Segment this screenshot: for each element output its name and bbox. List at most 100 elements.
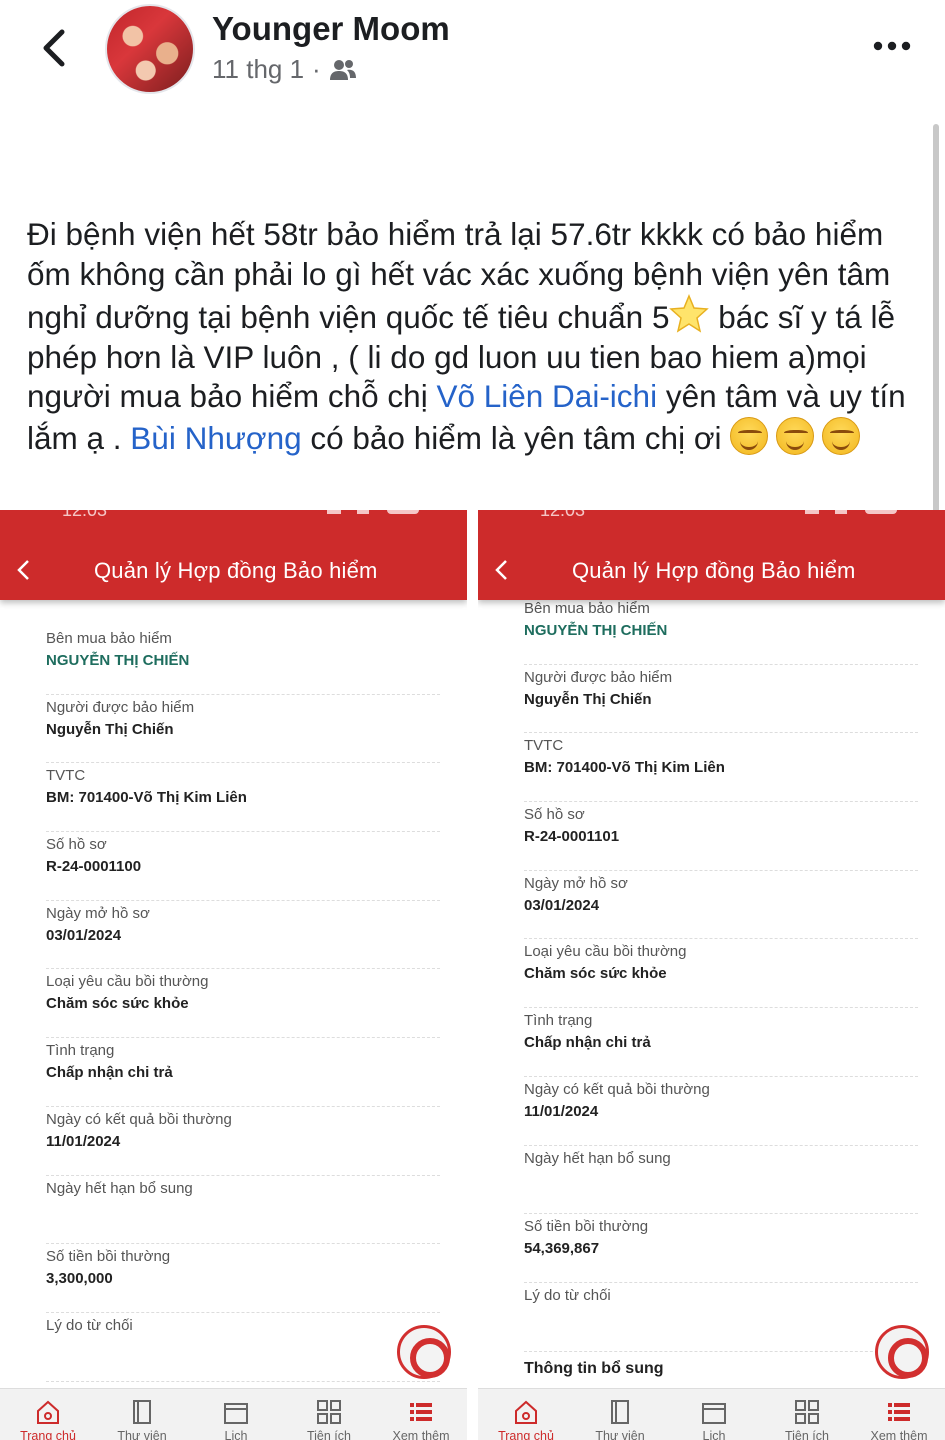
field-label: TVTC xyxy=(524,737,564,755)
field-label: Bên mua bảo hiểm xyxy=(46,630,172,647)
claim-fields: Bên mua bảo hiểm NGUYỄN THỊ CHIẾN Người đ… xyxy=(46,626,440,1382)
field-value: 3,300,000 xyxy=(46,1270,113,1288)
home-icon xyxy=(37,1400,59,1424)
field-label: Tình trạng xyxy=(524,1012,593,1030)
field-value: 11/01/2024 xyxy=(46,1132,121,1150)
field-result-date: Ngày có kết quả bồi thường 11/01/2024 xyxy=(524,1077,918,1146)
book-icon xyxy=(133,1400,151,1424)
nav-more[interactable]: Xem thêm xyxy=(854,1399,944,1440)
field-label: Số hồ sơ xyxy=(46,836,107,854)
field-file-number: Số hồ sơ R-24-0001101 xyxy=(524,802,918,871)
field-result-date: Ngày có kết quả bồi thường 11/01/2024 xyxy=(46,1107,440,1176)
nav-utilities[interactable]: Tiện ích xyxy=(284,1399,374,1440)
field-label: Tình trạng xyxy=(46,1042,115,1060)
post-header: Younger Moom 11 thg 1 · xyxy=(0,0,945,110)
nav-calendar[interactable]: Lịch xyxy=(669,1399,759,1440)
nav-calendar[interactable]: Lịch xyxy=(191,1399,281,1440)
meta-separator: · xyxy=(312,54,321,84)
nav-library[interactable]: Thư viện xyxy=(575,1399,665,1440)
additional-info-row[interactable]: Thông tin bổ sung xyxy=(524,1360,664,1378)
field-label: Lý do từ chối xyxy=(524,1286,611,1304)
field-label: Ngày mở hồ sơ xyxy=(46,904,150,922)
bottom-nav: Trang chủ Thư viện Lịch Tiện ích Xem thê… xyxy=(0,1388,467,1440)
field-label: Bên mua bảo hiểm xyxy=(524,600,650,617)
nav-label: Xem thêm xyxy=(870,1429,928,1440)
field-value: Chăm sóc sức khỏe xyxy=(46,995,189,1013)
field-label: Ngày có kết quả bồi thường xyxy=(524,1080,710,1098)
list-icon xyxy=(410,1403,432,1421)
field-value: NGUYỄN THỊ CHIẾN xyxy=(524,622,668,639)
field-open-date: Ngày mở hồ sơ 03/01/2024 xyxy=(524,871,918,940)
field-value: 03/01/2024 xyxy=(46,926,122,944)
scrollbar[interactable] xyxy=(933,124,939,549)
home-icon xyxy=(515,1400,537,1424)
app-title: Quản lý Hợp đồng Bảo hiểm xyxy=(572,558,856,583)
status-icons xyxy=(327,510,419,514)
nav-label: Lịch xyxy=(702,1429,726,1440)
nav-label: Tiện ích xyxy=(784,1429,829,1440)
field-value: R-24-0001101 xyxy=(524,828,620,846)
claim-screenshot-right[interactable]: 12:03 Quản lý Hợp đồng Bảo hiểm Bên mua … xyxy=(478,510,945,1440)
field-label: TVTC xyxy=(46,767,86,785)
field-insured: Người được bảo hiểm Nguyễn Thị Chiến xyxy=(524,665,918,734)
grid-icon xyxy=(317,1400,341,1424)
field-label: Người được bảo hiểm xyxy=(524,668,673,686)
field-rejection-reason: Lý do từ chối xyxy=(46,1313,440,1382)
field-claim-type: Loại yêu cầu bồi thường Chăm sóc sức khỏe xyxy=(524,939,918,1009)
calendar-icon xyxy=(224,1403,248,1424)
author-name[interactable]: Younger Moom xyxy=(212,10,450,48)
status-time: 12:03 xyxy=(540,510,586,520)
grid-icon xyxy=(795,1400,819,1424)
nav-utilities[interactable]: Tiện ích xyxy=(762,1399,852,1440)
field-status: Tình trạng Chấp nhận chi trả xyxy=(524,1008,918,1077)
field-label: Ngày hết hạn bổ sung xyxy=(524,1149,671,1167)
field-insured: Người được bảo hiểm Nguyễn Thị Chiến xyxy=(46,695,440,764)
star-emoji-icon xyxy=(669,294,710,333)
field-label: Loại yêu cầu bồi thường xyxy=(46,973,209,991)
bottom-nav: Trang chủ Thư viện Lịch Tiện ích Xem thê… xyxy=(478,1388,945,1440)
mention-link-vo-lien[interactable]: Võ Liên Dai-ichi xyxy=(436,378,657,414)
post-body: Đi bệnh viện hết 58tr bảo hiểm trả lại 5… xyxy=(27,215,912,458)
nav-label: Trang chủ xyxy=(20,1429,76,1440)
field-supplement-deadline: Ngày hết hạn bổ sung xyxy=(46,1176,440,1245)
nav-label: Xem thêm xyxy=(392,1429,450,1440)
claim-screenshot-left[interactable]: 12:03 Quản lý Hợp đồng Bảo hiểm Bên mua … xyxy=(0,510,467,1440)
nav-label: Thư viện xyxy=(595,1429,645,1440)
field-supplement-deadline: Ngày hết hạn bổ sung xyxy=(524,1146,918,1215)
field-value: BM: 701400-Võ Thị Kim Liên xyxy=(46,789,247,807)
app-back-icon[interactable] xyxy=(14,558,34,582)
smiling-face-emoji-icon xyxy=(822,416,861,455)
author-avatar[interactable] xyxy=(105,4,195,94)
post-timestamp[interactable]: 11 thg 1 xyxy=(212,54,304,85)
friends-audience-icon[interactable] xyxy=(329,58,357,82)
field-label: Số hồ sơ xyxy=(524,806,585,824)
field-label: Ngày mở hồ sơ xyxy=(524,874,628,892)
nav-library[interactable]: Thư viện xyxy=(97,1399,187,1440)
post-meta: 11 thg 1 · xyxy=(212,54,357,85)
app-header: 12:03 Quản lý Hợp đồng Bảo hiểm xyxy=(478,510,945,600)
field-label: Lý do từ chối xyxy=(46,1316,133,1334)
support-headset-icon[interactable] xyxy=(875,1325,929,1379)
field-label: Số tiền bồi thường xyxy=(524,1218,649,1236)
field-status: Tình trạng Chấp nhận chi trả xyxy=(46,1038,440,1107)
field-file-number: Số hồ sơ R-24-0001100 xyxy=(46,832,440,901)
nav-home[interactable]: Trang chủ xyxy=(3,1399,93,1440)
more-options-icon[interactable] xyxy=(873,36,911,56)
field-label: Người được bảo hiểm xyxy=(46,698,195,716)
field-claim-amount: Số tiền bồi thường 3,300,000 xyxy=(46,1244,440,1313)
nav-more[interactable]: Xem thêm xyxy=(376,1399,466,1440)
field-label: Ngày có kết quả bồi thường xyxy=(46,1110,232,1128)
smiling-face-emoji-icon xyxy=(730,416,769,455)
support-headset-icon[interactable] xyxy=(397,1325,451,1379)
nav-home[interactable]: Trang chủ xyxy=(481,1399,571,1440)
field-buyer: Bên mua bảo hiểm NGUYỄN THỊ CHIẾN xyxy=(46,626,440,695)
mention-link-bui-nhuong[interactable]: Bùi Nhượng xyxy=(130,420,301,456)
field-value: 03/01/2024 xyxy=(524,896,600,914)
list-icon xyxy=(888,1403,910,1421)
back-arrow-icon[interactable] xyxy=(34,24,74,72)
field-label: Ngày hết hạn bổ sung xyxy=(46,1179,193,1197)
app-back-icon[interactable] xyxy=(492,558,512,582)
status-time: 12:03 xyxy=(62,510,108,520)
field-tvtc: TVTC BM: 701400-Võ Thị Kim Liên xyxy=(524,733,918,803)
field-claim-amount: Số tiền bồi thường 54,369,867 xyxy=(524,1214,918,1283)
